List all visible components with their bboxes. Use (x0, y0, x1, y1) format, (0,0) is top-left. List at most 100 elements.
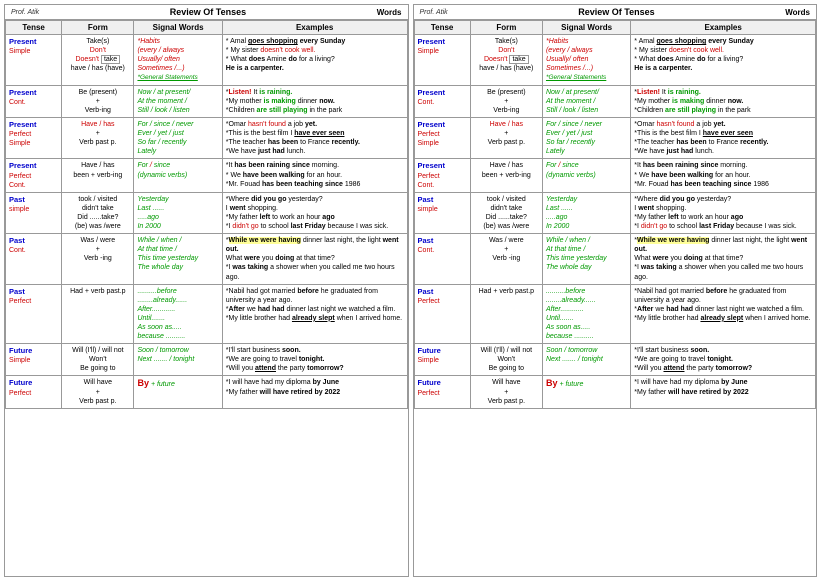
form-cell: Had + verb past.p (62, 284, 134, 344)
form-cell: Have / has+Verb past p. (470, 118, 542, 159)
tense-cell: FutureSimple (6, 344, 62, 376)
tense-cell: PastPerfect (414, 284, 470, 344)
table-row: PresentPerfectSimpleHave / has+Verb past… (6, 118, 408, 159)
signal-cell: Now / at present/At the moment /Still / … (542, 85, 630, 117)
form-cell: Will (I'll) / will notWon'tBe going to (470, 344, 542, 376)
right-header-row: Tense Form Signal Words Examples (414, 21, 816, 35)
right-author: Prof. Atik (420, 9, 448, 16)
tense-cell: PresentCont. (6, 85, 62, 117)
example-cell: *While we were having dinner last night,… (222, 234, 407, 284)
tense-cell: Pastsimple (6, 192, 62, 233)
signal-cell: For / since / neverEver / yet / justSo f… (542, 118, 630, 159)
right-table: Tense Form Signal Words Examples Present… (414, 20, 817, 409)
tense-cell: PresentSimple (6, 35, 62, 86)
signal-cell: By + future (542, 376, 630, 408)
table-row: PresentCont.Be (present)+Verb-ingNow / a… (414, 85, 816, 117)
table-row: FuturePerfectWill have+Verb past p.By + … (6, 376, 408, 408)
left-worksheet: Prof. Atik Review Of Tenses Words Tense … (4, 4, 409, 577)
signal-cell: ..........before........already......Aft… (134, 284, 222, 344)
table-row: Pastsimpletook / visiteddidn't takeDid .… (414, 192, 816, 233)
form-cell: Be (present)+Verb-ing (470, 85, 542, 117)
left-title: Review Of Tenses (170, 7, 246, 17)
col-signal-left: Signal Words (134, 21, 222, 35)
left-author: Prof. Atik (11, 9, 39, 16)
signal-cell: *Habits(every / alwaysUsually/ oftenSome… (134, 35, 222, 86)
tense-cell: FuturePerfect (414, 376, 470, 408)
table-row: PresentCont.Be (present)+Verb-ingNow / a… (6, 85, 408, 117)
example-cell: *I'll start business soon. *We are going… (222, 344, 407, 376)
tense-cell: PresentSimple (414, 35, 470, 86)
table-row: FutureSimpleWill (I'll) / will notWon'tB… (414, 344, 816, 376)
example-cell: *Omar hasn't found a job yet. *This is t… (222, 118, 407, 159)
signal-cell: ..........before........already......Aft… (542, 284, 630, 344)
tense-cell: PresentPerfectCont. (414, 159, 470, 192)
left-header-row: Tense Form Signal Words Examples (6, 21, 408, 35)
table-row: FutureSimpleWill (I'll) / will notWon'tB… (6, 344, 408, 376)
left-words-label: Words (377, 8, 402, 17)
form-cell: Will (I'll) / will notWon'tBe going to (62, 344, 134, 376)
tense-cell: PresentPerfectSimple (6, 118, 62, 159)
example-cell: * Amal goes shopping every Sunday * My s… (631, 35, 816, 86)
form-cell: Had + verb past.p (470, 284, 542, 344)
example-cell: *Omar hasn't found a job yet. *This is t… (631, 118, 816, 159)
col-tense-right: Tense (414, 21, 470, 35)
signal-cell: While / when /At that time /This time ye… (542, 234, 630, 284)
table-row: PastCont.Was / were+Verb -ingWhile / whe… (414, 234, 816, 284)
right-title: Review Of Tenses (578, 7, 654, 17)
col-example-left: Examples (222, 21, 407, 35)
form-cell: Was / were+Verb -ing (62, 234, 134, 284)
tense-cell: PastPerfect (6, 284, 62, 344)
example-cell: *I will have had my diploma by June *My … (631, 376, 816, 408)
form-cell: Take(s)Don'tDoesn't takehave / has (have… (62, 35, 134, 86)
example-cell: *It has been raining since morning. * We… (631, 159, 816, 192)
table-row: PastCont.Was / were+Verb -ingWhile / whe… (6, 234, 408, 284)
col-signal-right: Signal Words (542, 21, 630, 35)
form-cell: Will have+Verb past p. (470, 376, 542, 408)
tense-cell: PresentPerfectSimple (414, 118, 470, 159)
signal-cell: By + future (134, 376, 222, 408)
tense-cell: PresentCont. (414, 85, 470, 117)
col-form-left: Form (62, 21, 134, 35)
example-cell: *Nabil had got married before he graduat… (222, 284, 407, 344)
col-example-right: Examples (631, 21, 816, 35)
table-row: FuturePerfectWill have+Verb past p.By + … (414, 376, 816, 408)
signal-cell: YesterdayLast ...........agoIn 2000 (134, 192, 222, 233)
tense-cell: PresentPerfectCont. (6, 159, 62, 192)
table-row: PastPerfectHad + verb past.p..........be… (414, 284, 816, 344)
tense-cell: FutureSimple (414, 344, 470, 376)
signal-cell: For / since / neverEver / yet / justSo f… (134, 118, 222, 159)
table-row: PastPerfectHad + verb past.p..........be… (6, 284, 408, 344)
tense-cell: PastCont. (6, 234, 62, 284)
right-words-label: Words (785, 8, 810, 17)
form-cell: Take(s)Don'tDoesn't takehave / has (have… (470, 35, 542, 86)
form-cell: Have / hasbeen + verb-ing (470, 159, 542, 192)
right-worksheet: Prof. Atik Review Of Tenses Words Tense … (413, 4, 818, 577)
example-cell: *Listen! It is raining. *My mother is ma… (631, 85, 816, 117)
form-cell: Have / hasbeen + verb-ing (62, 159, 134, 192)
tense-cell: Pastsimple (414, 192, 470, 233)
left-table: Tense Form Signal Words Examples Present… (5, 20, 408, 409)
table-row: PresentPerfectCont.Have / hasbeen + verb… (414, 159, 816, 192)
example-cell: *Where did you go yesterday? I went shop… (631, 192, 816, 233)
signal-cell: *Habits(every / alwaysUsually/ oftenSome… (542, 35, 630, 86)
example-cell: *It has been raining since morning. * We… (222, 159, 407, 192)
signal-cell: For / since(dynamic verbs) (542, 159, 630, 192)
signal-cell: While / when /At that time /This time ye… (134, 234, 222, 284)
signal-cell: Now / at present/At the moment /Still / … (134, 85, 222, 117)
signal-cell: For / since(dynamic verbs) (134, 159, 222, 192)
table-row: PresentPerfectCont.Have / hasbeen + verb… (6, 159, 408, 192)
example-cell: *I will have had my diploma by June *My … (222, 376, 407, 408)
table-row: PresentPerfectSimpleHave / has+Verb past… (414, 118, 816, 159)
form-cell: Was / were+Verb -ing (470, 234, 542, 284)
example-cell: *Listen! It is raining. *My mother is ma… (222, 85, 407, 117)
example-cell: *I'll start business soon. *We are going… (631, 344, 816, 376)
signal-cell: YesterdayLast ...........agoIn 2000 (542, 192, 630, 233)
left-header: Prof. Atik Review Of Tenses Words (5, 5, 408, 20)
example-cell: * Amal goes shopping every Sunday * My s… (222, 35, 407, 86)
tense-cell: PastCont. (414, 234, 470, 284)
form-cell: Have / has+Verb past p. (62, 118, 134, 159)
table-row: Pastsimpletook / visiteddidn't takeDid .… (6, 192, 408, 233)
example-cell: *Nabil had got married before he graduat… (631, 284, 816, 344)
table-row: PresentSimpleTake(s)Don'tDoesn't takehav… (6, 35, 408, 86)
col-tense-left: Tense (6, 21, 62, 35)
